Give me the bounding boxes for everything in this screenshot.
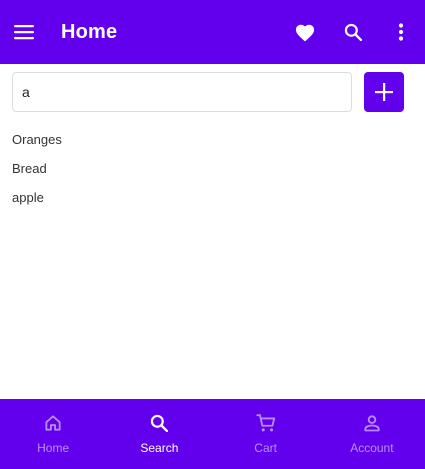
more-options-button[interactable] (385, 16, 417, 48)
nav-item-search[interactable]: Search (106, 399, 212, 469)
list-item[interactable]: apple (12, 183, 62, 212)
search-row (12, 72, 404, 112)
account-icon (360, 411, 384, 435)
add-button[interactable] (364, 72, 404, 112)
list-item[interactable]: Bread (12, 154, 62, 183)
list-item[interactable]: Oranges (12, 125, 62, 154)
nav-label-cart: Cart (254, 441, 277, 455)
home-icon (41, 411, 65, 435)
item-list: Oranges Bread apple (12, 125, 62, 212)
nav-label-search: Search (140, 441, 179, 455)
nav-label-account: Account (350, 441, 394, 455)
nav-item-account[interactable]: Account (319, 399, 425, 469)
menu-icon (14, 24, 34, 40)
nav-item-cart[interactable]: Cart (213, 399, 319, 469)
bottom-navigation: Home Search Cart Account (0, 399, 425, 469)
app-bar: Home (0, 0, 425, 64)
menu-button[interactable] (8, 16, 40, 48)
search-icon (147, 411, 171, 435)
page-title: Home (61, 21, 118, 43)
cart-icon (254, 411, 278, 435)
more-vert-icon (398, 23, 404, 41)
search-input[interactable] (12, 72, 352, 112)
nav-item-home[interactable]: Home (0, 399, 106, 469)
search-button[interactable] (337, 16, 369, 48)
plus-icon (375, 83, 393, 101)
nav-label-home: Home (37, 441, 70, 455)
heart-icon (294, 22, 316, 42)
search-icon (343, 22, 363, 42)
favorites-button[interactable] (289, 16, 321, 48)
